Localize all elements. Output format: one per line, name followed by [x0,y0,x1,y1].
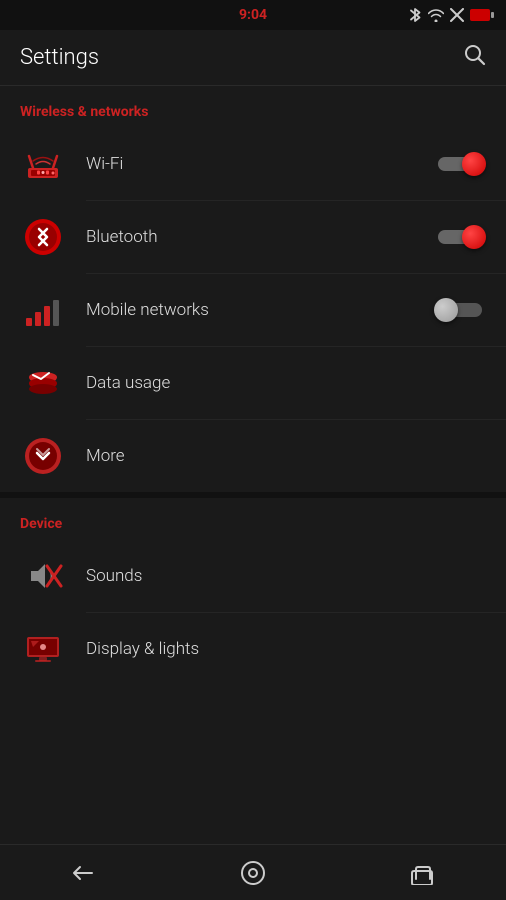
bluetooth-item-icon [20,214,66,260]
mobile-networks-toggle[interactable] [434,296,486,324]
battery-icon [470,9,490,21]
section-header-wireless: Wireless & networks [0,86,506,128]
settings-item-mobile-networks[interactable]: Mobile networks [0,274,506,346]
bluetooth-label: Bluetooth [86,227,434,247]
mobile-networks-icon [20,287,66,333]
mobile-networks-toggle-thumb [434,298,458,322]
wifi-toggle[interactable] [434,150,486,178]
display-lights-icon [20,626,66,672]
mobile-networks-label: Mobile networks [86,300,434,320]
more-label: More [86,446,486,466]
page-title: Settings [20,45,99,70]
bluetooth-toggle[interactable] [434,223,486,251]
nav-back-button[interactable] [56,855,112,891]
toolbar: Settings [0,30,506,86]
nav-home-button[interactable] [225,855,281,891]
more-icon [20,433,66,479]
wifi-toggle-thumb [462,152,486,176]
settings-item-more[interactable]: More [0,420,506,492]
bluetooth-icon [409,7,422,23]
display-lights-label: Display & lights [86,639,486,659]
section-wireless: Wireless & networks W [0,86,506,492]
status-icons [409,7,490,23]
settings-item-display-lights[interactable]: Display & lights [0,613,506,685]
sounds-label: Sounds [86,566,486,586]
search-button[interactable] [464,44,486,71]
settings-item-bluetooth[interactable]: Bluetooth [0,201,506,273]
nav-bar [0,844,506,900]
settings-item-wifi[interactable]: Wi-Fi [0,128,506,200]
section-device: Device Sounds [0,498,506,685]
section-header-device: Device [0,498,506,540]
bluetooth-toggle-thumb [462,225,486,249]
sounds-icon [20,553,66,599]
nav-recents-button[interactable] [394,855,450,891]
airplane-mode-icon [450,8,464,22]
status-time: 9:04 [239,7,267,23]
settings-item-sounds[interactable]: Sounds [0,540,506,612]
wifi-label: Wi-Fi [86,154,434,174]
status-bar: 9:04 [0,0,506,30]
data-usage-icon [20,360,66,406]
data-usage-label: Data usage [86,373,486,393]
wifi-icon [428,9,444,22]
wifi-item-icon [20,141,66,187]
settings-item-data-usage[interactable]: Data usage [0,347,506,419]
